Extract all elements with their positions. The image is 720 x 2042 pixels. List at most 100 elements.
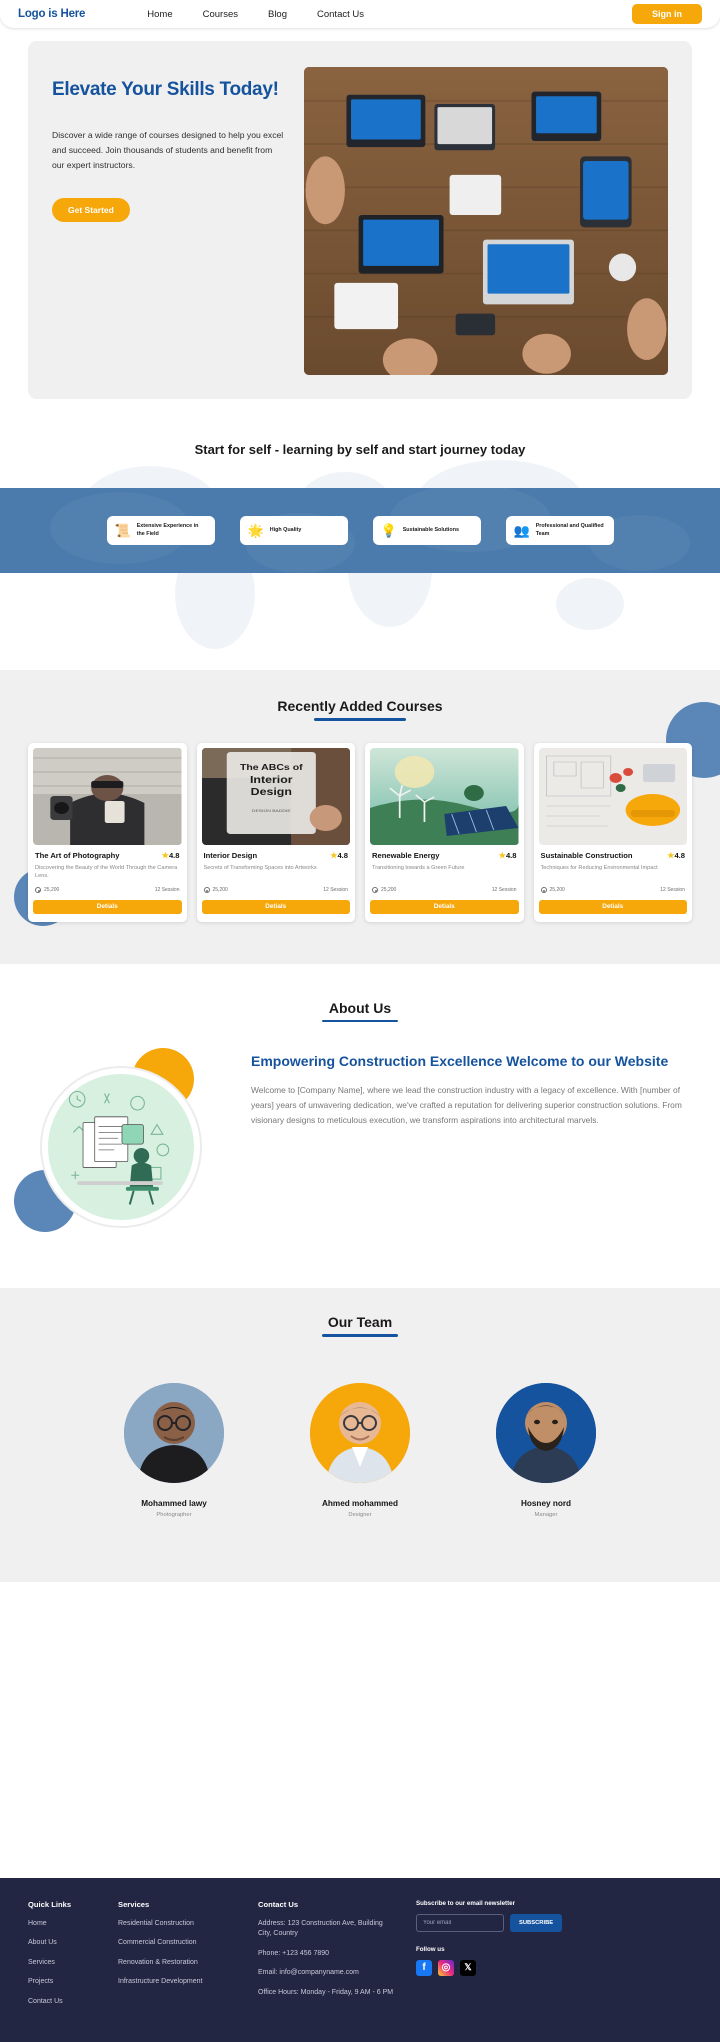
- courses-list: The Art of Photography ★4.8 Discovering …: [0, 742, 720, 922]
- about-section: About Us Empowering Construction Excelle…: [0, 963, 720, 1289]
- footer-link-about-us[interactable]: About Us: [28, 1938, 100, 1949]
- svg-text:The ABCs of: The ABCs of: [239, 763, 303, 773]
- footer-link-renovation-restoration[interactable]: Renovation & Restoration: [118, 1958, 240, 1969]
- footer-column-services: Services Residential Construction Commer…: [118, 1900, 240, 2017]
- eye-icon: [35, 886, 41, 893]
- courses-section: Recently Added Courses The Art of Photog…: [0, 670, 720, 964]
- course-rating: ★4.8: [161, 850, 180, 860]
- member-photo: [124, 1382, 224, 1483]
- footer-link-infrastructure-development[interactable]: Infrastructure Development: [118, 1977, 240, 1988]
- main-nav: Home Courses Blog Contact Us: [147, 9, 364, 20]
- about-image-frame: [40, 1066, 202, 1229]
- svg-text:Interior: Interior: [249, 775, 292, 786]
- nav-item-blog[interactable]: Blog: [268, 9, 287, 20]
- social-links: f ◎ 𝕏: [416, 1959, 692, 1976]
- about-paragraph: Welcome to [Company Name], where we lead…: [251, 1084, 682, 1125]
- site-logo[interactable]: Logo is Here: [18, 8, 85, 20]
- feature-card-sustainable-solutions[interactable]: 💡 Sustainable Solutions: [372, 516, 481, 546]
- newsletter-email-input[interactable]: [416, 1913, 504, 1932]
- svg-text:DESIGN BADDIE: DESIGN BADDIE: [251, 808, 290, 812]
- footer-link-contact-us[interactable]: Contact Us: [28, 1997, 100, 2008]
- footer-heading: Services: [118, 1899, 150, 1909]
- site-footer: Quick Links Home About Us Services Proje…: [0, 1877, 720, 2042]
- course-description: Transitioning towards a Green Future: [372, 864, 465, 871]
- course-title: Interior Design: [203, 850, 258, 860]
- hero-section: Elevate Your Skills Today! Discover a wi…: [0, 28, 720, 400]
- course-details-button[interactable]: Detials: [201, 899, 350, 914]
- course-header-row: Interior Design ★4.8: [202, 851, 351, 860]
- course-meta: 25,200 12 Session: [370, 886, 519, 893]
- course-card[interactable]: Sustainable Construction ★4.8 Techniques…: [533, 742, 692, 922]
- svg-text:Design: Design: [250, 787, 291, 798]
- member-name: Ahmed mohammed: [322, 1498, 398, 1508]
- footer-link-services[interactable]: Services: [28, 1958, 100, 1969]
- feature-card-experience[interactable]: 📜 Extensive Experience in the Field: [106, 516, 215, 546]
- footer-column-subscribe: Subscribe to our email newsletter SUBSCR…: [416, 1900, 692, 2017]
- course-title: The Art of Photography: [35, 850, 120, 860]
- learning-band-section: Start for self - learning by self and st…: [0, 399, 720, 650]
- nav-item-home[interactable]: Home: [147, 9, 172, 20]
- team-section: Our Team Mohammed lawy Photographer Ahme…: [0, 1288, 720, 1582]
- member-role: Manager: [534, 1511, 558, 1518]
- x-twitter-icon[interactable]: 𝕏: [460, 1959, 476, 1976]
- footer-link-residential-construction[interactable]: Residential Construction: [118, 1919, 240, 1930]
- subscribe-form: SUBSCRIBE: [416, 1913, 692, 1932]
- nav-item-contact-us[interactable]: Contact Us: [317, 9, 364, 20]
- member-photo: [496, 1382, 596, 1483]
- nav-item-courses[interactable]: Courses: [203, 9, 238, 20]
- team-member: Mohammed lawy Photographer: [105, 1382, 243, 1518]
- course-views: 25,200: [372, 886, 396, 893]
- hero-content: Elevate Your Skills Today! Discover a wi…: [52, 67, 284, 375]
- interior-design-book-image: The ABCs of Interior Design DESIGN BADDI…: [201, 747, 350, 845]
- course-image: [33, 747, 182, 845]
- team-section-title: Our Team: [327, 1314, 393, 1331]
- course-details-button[interactable]: Detials: [538, 899, 687, 914]
- subscribe-button[interactable]: SUBSCRIBE: [510, 1913, 563, 1932]
- course-views: 25,200: [35, 886, 59, 893]
- feature-card-high-quality[interactable]: 🌟 High Quality: [239, 516, 348, 546]
- course-card[interactable]: Renewable Energy ★4.8 Transitioning towa…: [365, 742, 524, 922]
- course-meta: 25,200 12 Session: [539, 886, 688, 893]
- hero-image: [304, 67, 668, 376]
- footer-column-contact: Contact Us Address: 123 Construction Ave…: [258, 1900, 398, 2017]
- eye-icon: [540, 886, 547, 893]
- eye-icon: [372, 886, 378, 893]
- sign-in-button[interactable]: Sign in: [632, 4, 702, 24]
- star-icon: ★: [498, 850, 506, 860]
- course-card[interactable]: The Art of Photography ★4.8 Discovering …: [28, 742, 187, 922]
- blueprints-hardhat-image: [538, 747, 687, 845]
- footer-link-projects[interactable]: Projects: [28, 1977, 100, 1988]
- hero-paragraph: Discover a wide range of courses designe…: [52, 130, 284, 170]
- footer-link-home[interactable]: Home: [28, 1919, 100, 1930]
- midband-title: Start for self - learning by self and st…: [194, 442, 526, 458]
- courses-section-title: Recently Added Courses: [277, 698, 443, 715]
- about-section-title: About Us: [328, 999, 392, 1016]
- features-band: 📜 Extensive Experience in the Field 🌟 Hi…: [0, 488, 720, 574]
- get-started-button[interactable]: Get Started: [52, 198, 130, 223]
- course-card[interactable]: The ABCs of Interior Design DESIGN BADDI…: [196, 742, 355, 922]
- footer-address: Address: 123 Construction Ave, Building …: [258, 1919, 383, 1938]
- course-details-button[interactable]: Detials: [33, 899, 182, 914]
- footer-link-commercial-construction[interactable]: Commercial Construction: [118, 1938, 240, 1949]
- team-member: Ahmed mohammed Designer: [291, 1382, 429, 1518]
- instagram-icon[interactable]: ◎: [438, 1959, 454, 1976]
- member-role: Designer: [348, 1511, 372, 1518]
- course-details-button[interactable]: Detials: [370, 899, 519, 914]
- course-image: [370, 747, 519, 845]
- footer-column-quick-links: Quick Links Home About Us Services Proje…: [28, 1900, 100, 2017]
- certificate-icon: 📜: [114, 523, 131, 539]
- eye-icon: [203, 886, 210, 893]
- course-sessions: 12 Session: [491, 886, 517, 893]
- feature-card-qualified-team[interactable]: 👥 Professional and Qualified Team: [505, 516, 614, 546]
- about-body: Empowering Construction Excellence Welco…: [0, 1022, 720, 1248]
- course-sessions: 12 Session: [323, 886, 348, 893]
- footer-office-hours: Office Hours: Monday - Friday, 9 AM - 6 …: [258, 1988, 394, 1996]
- facebook-icon[interactable]: f: [416, 1959, 432, 1976]
- feature-label: High Quality: [269, 527, 302, 534]
- course-image: The ABCs of Interior Design DESIGN BADDI…: [201, 747, 350, 845]
- section-underline: [314, 718, 406, 721]
- footer-phone: Phone: +123 456 7890: [258, 1949, 330, 1957]
- about-image: [48, 1074, 194, 1221]
- photographer-image: [33, 747, 182, 845]
- follow-heading: Follow us: [416, 1945, 445, 1953]
